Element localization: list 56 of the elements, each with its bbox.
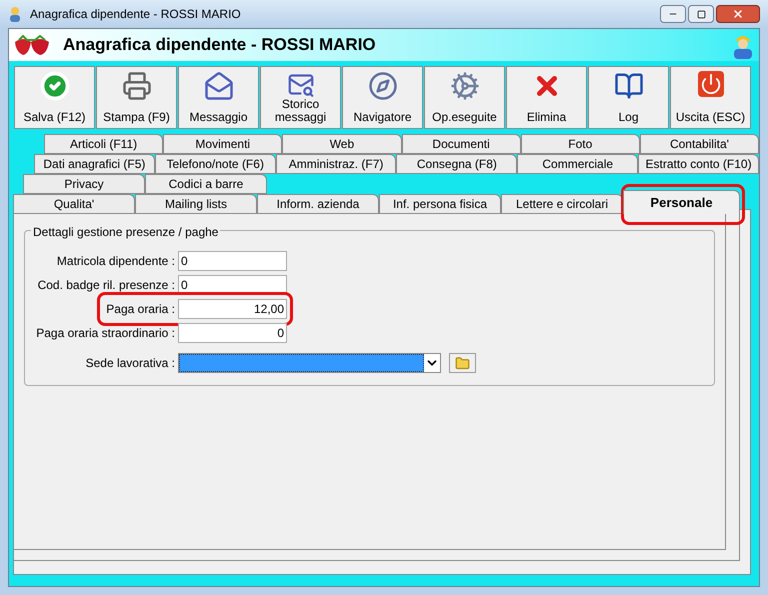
toolbar-button[interactable]: Messaggio	[178, 66, 259, 129]
tab[interactable]: Codici a barre	[145, 174, 267, 194]
field-label: Paga oraria straordinario :	[35, 325, 175, 342]
tab[interactable]: Amministraz. (F7)	[276, 154, 396, 174]
toolbar-button[interactable]: Uscita (ESC)	[670, 66, 751, 129]
gear-icon	[450, 71, 480, 101]
tab[interactable]: Lettere e circolari	[501, 194, 623, 214]
tab[interactable]: Privacy	[23, 174, 145, 194]
toolbar-button[interactable]: Log	[588, 66, 669, 129]
printer-icon	[122, 71, 152, 101]
toolbar-button[interactable]: Storico messaggi	[260, 66, 341, 129]
tab[interactable]: Foto	[520, 134, 640, 154]
tab[interactable]: Telefono/note (F6)	[154, 154, 276, 174]
field-label: Cod. badge ril. presenze :	[36, 277, 175, 294]
header-title: Anagrafica dipendente - ROSSI MARIO	[63, 34, 376, 56]
mail-icon	[204, 71, 234, 101]
power-icon	[698, 71, 724, 97]
tab[interactable]: Consegna (F8)	[396, 154, 518, 174]
input-field[interactable]: 0	[178, 323, 287, 343]
tab[interactable]: Dati anagrafici (F5)	[34, 154, 155, 174]
tab[interactable]: Inf. persona fisica	[379, 194, 501, 214]
tab[interactable]: Qualita'	[13, 194, 135, 214]
field-label: Sede lavorativa :	[84, 355, 175, 372]
toolbar-button[interactable]: Navigatore	[342, 66, 423, 129]
tab[interactable]: Commerciale	[517, 154, 638, 174]
dropdown-field[interactable]	[178, 353, 441, 373]
tab[interactable]: Web	[282, 134, 402, 154]
tab[interactable]: Mailing lists	[135, 194, 257, 214]
tab[interactable]: Estratto conto (F10)	[638, 154, 759, 174]
tab[interactable]: Documenti	[402, 134, 521, 154]
maximize-button[interactable]	[688, 5, 714, 23]
field-label: Paga oraria :	[105, 301, 175, 318]
check-icon	[40, 71, 70, 101]
tab[interactable]: Personale	[623, 190, 740, 214]
tab[interactable]: Contabilita'	[640, 134, 760, 154]
toolbar-button[interactable]: Elimina	[506, 66, 587, 129]
minimize-button[interactable]	[660, 5, 686, 23]
strawberry-icon	[13, 34, 51, 56]
folder-icon	[455, 356, 470, 370]
toolbar-button[interactable]: Op.eseguite	[424, 66, 505, 129]
compass-icon	[368, 71, 398, 101]
tab[interactable]: Articoli (F11)	[44, 134, 164, 154]
window-title: Anagrafica dipendente - ROSSI MARIO	[30, 6, 241, 23]
tab[interactable]: Movimenti	[163, 134, 282, 154]
toolbar-button[interactable]: Salva (F12)	[14, 66, 95, 129]
user-icon	[8, 6, 22, 22]
input-field[interactable]: 12,00	[178, 299, 287, 319]
close-button[interactable]	[716, 5, 760, 23]
input-field[interactable]: 0	[178, 251, 287, 271]
book-icon	[614, 71, 644, 101]
field-label: Matricola dipendente :	[56, 253, 175, 270]
close-icon	[732, 8, 744, 20]
maximize-icon	[696, 10, 706, 18]
toolbar-button[interactable]: Stampa (F9)	[96, 66, 177, 129]
tab[interactable]: Inform. azienda	[257, 194, 379, 214]
folder-button[interactable]	[449, 353, 476, 373]
